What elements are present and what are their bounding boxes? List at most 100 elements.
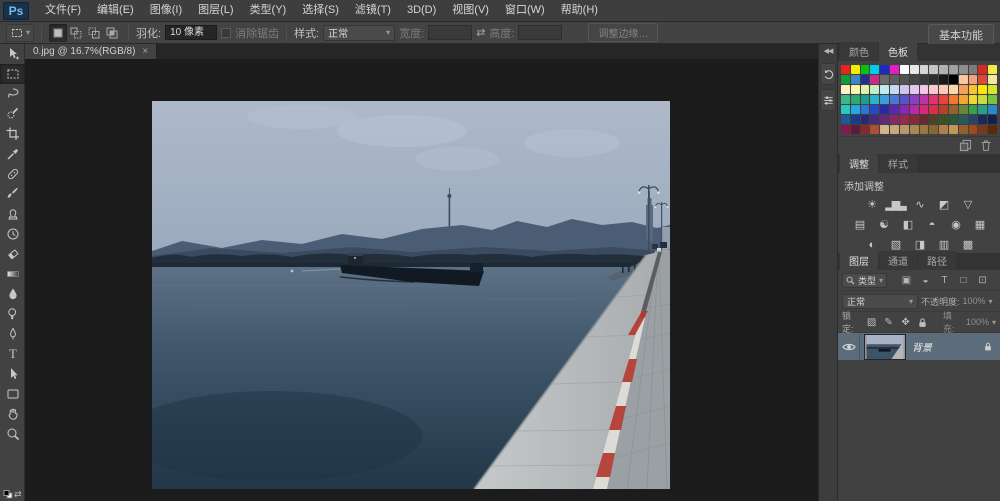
lock-position-icon[interactable]: ✥ — [899, 316, 912, 329]
layer-filter-kind-dropdown[interactable]: 类型 ▾ — [842, 273, 887, 288]
color-swatch[interactable] — [900, 65, 909, 74]
marquee-tool[interactable] — [0, 64, 25, 84]
color-swatch[interactable] — [841, 125, 850, 134]
color-swatch[interactable] — [841, 115, 850, 124]
color-swatch[interactable] — [988, 85, 997, 94]
menu-item-F[interactable]: 文件(F) — [37, 0, 89, 21]
delete-swatch-icon[interactable] — [980, 139, 992, 152]
color-swatch[interactable] — [969, 65, 978, 74]
expand-panels-icon[interactable]: ◀◀ — [819, 44, 837, 59]
curves-adjustment-icon[interactable]: ∿ — [911, 198, 928, 213]
dodge-tool[interactable] — [0, 304, 25, 324]
color-swatch[interactable] — [851, 125, 860, 134]
color-swatch[interactable] — [929, 105, 938, 114]
color-swatch[interactable] — [910, 95, 919, 104]
color-swatch[interactable] — [880, 95, 889, 104]
swatches-tab-色板[interactable]: 色板 — [879, 42, 917, 61]
quick-select-tool[interactable] — [0, 104, 25, 124]
height-input[interactable] — [518, 25, 562, 40]
swatches-tab-颜色[interactable]: 颜色 — [840, 42, 878, 61]
color-swatch[interactable] — [949, 95, 958, 104]
color-swatch[interactable] — [939, 85, 948, 94]
new-selection-button[interactable] — [49, 24, 67, 42]
color-swatch[interactable] — [949, 85, 958, 94]
pen-tool[interactable] — [0, 324, 25, 344]
spot-healing-tool[interactable] — [0, 164, 25, 184]
opacity-value[interactable]: 100% — [963, 296, 986, 306]
color-swatch[interactable] — [910, 75, 919, 84]
color-swatch[interactable] — [880, 105, 889, 114]
color-swatch[interactable] — [929, 125, 938, 134]
color-swatch[interactable] — [861, 85, 870, 94]
width-input[interactable] — [428, 25, 472, 40]
lasso-tool[interactable] — [0, 84, 25, 104]
color-swatch[interactable] — [959, 115, 968, 124]
path-select-tool[interactable] — [0, 364, 25, 384]
color-swatch[interactable] — [900, 125, 909, 134]
lock-paint-icon[interactable]: ✎ — [882, 316, 895, 329]
channel-mixer-adjustment-icon[interactable]: ◉ — [947, 218, 964, 233]
color-swatch[interactable] — [969, 85, 978, 94]
history-brush-tool[interactable] — [0, 224, 25, 244]
brightness-contrast-adjustment-icon[interactable]: ☀ — [863, 198, 880, 213]
workspace-button[interactable]: 基本功能 — [928, 24, 994, 46]
color-swatch[interactable] — [900, 95, 909, 104]
color-swatch[interactable] — [959, 95, 968, 104]
color-swatch[interactable] — [959, 75, 968, 84]
blend-mode-dropdown[interactable]: 正常▾ — [842, 294, 918, 309]
color-swatch[interactable] — [988, 115, 997, 124]
tool-preset-dropdown[interactable]: ▾ — [6, 24, 34, 42]
color-swatch[interactable] — [939, 95, 948, 104]
color-swatch[interactable] — [920, 75, 929, 84]
black-white-adjustment-icon[interactable]: ◧ — [899, 218, 916, 233]
color-swatch[interactable] — [861, 65, 870, 74]
color-swatch[interactable] — [959, 105, 968, 114]
color-swatch[interactable] — [861, 105, 870, 114]
color-swatch[interactable] — [870, 75, 879, 84]
eyedropper-tool[interactable] — [0, 144, 25, 164]
lock-transparency-icon[interactable]: ▨ — [865, 316, 878, 329]
hand-tool[interactable] — [0, 404, 25, 424]
fill-value[interactable]: 100% — [966, 317, 989, 327]
color-swatch[interactable] — [870, 105, 879, 114]
levels-adjustment-icon[interactable]: ▂▆▃ — [887, 198, 904, 213]
color-swatch[interactable] — [988, 125, 997, 134]
antialias-checkbox[interactable] — [221, 28, 231, 38]
layer-row-background[interactable]: 背景 — [838, 333, 1000, 360]
eraser-tool[interactable] — [0, 244, 25, 264]
gradient-tool[interactable] — [0, 264, 25, 284]
add-to-selection-button[interactable] — [67, 24, 85, 42]
menu-item-E[interactable]: 编辑(E) — [89, 0, 142, 21]
color-swatch[interactable] — [978, 95, 987, 104]
menu-item-S[interactable]: 选择(S) — [294, 0, 347, 21]
color-swatch[interactable] — [851, 105, 860, 114]
color-swatch[interactable] — [851, 65, 860, 74]
color-balance-adjustment-icon[interactable]: ☯ — [875, 218, 892, 233]
color-swatch[interactable] — [851, 95, 860, 104]
swap-dimensions-icon[interactable]: ⇄ — [476, 26, 485, 39]
color-swatch[interactable] — [870, 85, 879, 94]
color-swatch[interactable] — [978, 75, 987, 84]
color-lookup-adjustment-icon[interactable]: ▦ — [971, 218, 988, 233]
color-swatch[interactable] — [959, 125, 968, 134]
adjustments-tab-调整[interactable]: 调整 — [840, 154, 878, 173]
color-swatch[interactable] — [949, 75, 958, 84]
color-swatch[interactable] — [900, 85, 909, 94]
move-tool[interactable] — [0, 44, 25, 64]
color-swatch[interactable] — [949, 105, 958, 114]
color-swatch[interactable] — [939, 125, 948, 134]
color-swatch[interactable] — [949, 65, 958, 74]
menu-item-3DD[interactable]: 3D(D) — [399, 0, 444, 21]
zoom-tool[interactable] — [0, 424, 25, 444]
color-swatch[interactable] — [900, 115, 909, 124]
color-swatch[interactable] — [861, 115, 870, 124]
color-swatch[interactable] — [988, 75, 997, 84]
menu-item-L[interactable]: 图层(L) — [190, 0, 241, 21]
color-swatch[interactable] — [880, 125, 889, 134]
color-swatch[interactable] — [910, 115, 919, 124]
color-swatch[interactable] — [969, 115, 978, 124]
color-swatch[interactable] — [920, 95, 929, 104]
subtract-from-selection-button[interactable] — [85, 24, 103, 42]
color-swatch[interactable] — [959, 65, 968, 74]
color-swatch[interactable] — [978, 105, 987, 114]
